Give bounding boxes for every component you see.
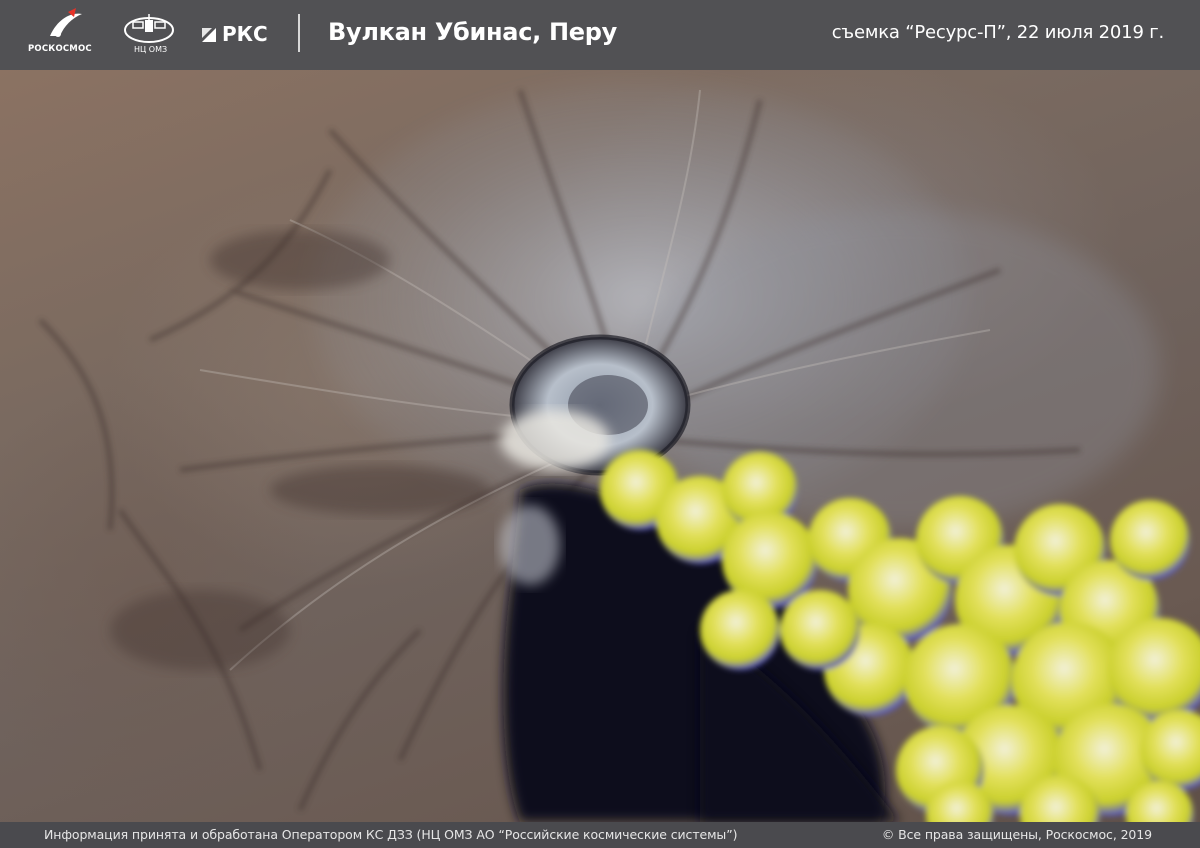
steam-cloud: [500, 410, 610, 470]
rks-logo-text: РКС: [222, 22, 268, 46]
footer-copyright: © Все права защищены, Роскосмос, 2019: [881, 827, 1152, 842]
header-divider: [298, 14, 300, 52]
shadow-ridge: [210, 230, 390, 290]
satellite-image: [0, 70, 1200, 822]
rks-logo-icon: [202, 28, 216, 42]
snow-patch: [500, 505, 560, 585]
header-bar: РОСКОСМОС НЦ ОМЗ РКС Вулкан Убинас, Перу…: [0, 0, 1200, 70]
nts-omz-logo-text: НЦ ОМЗ: [134, 45, 168, 54]
page-title: Вулкан Убинас, Перу: [328, 18, 617, 46]
roscosmos-logo-icon: [50, 8, 82, 37]
shadow-ridge: [110, 590, 290, 670]
rks-logo: РКС: [200, 22, 280, 48]
shadow-ridge: [270, 465, 490, 515]
roscosmos-logo-text: РОСКОСМОС: [28, 44, 92, 54]
footer-bar: Информация принята и обработана Оператор…: [0, 822, 1200, 848]
footer-info: Информация принята и обработана Оператор…: [44, 827, 738, 842]
nts-omz-logo: НЦ ОМЗ: [122, 12, 176, 58]
capture-info: съемка “Ресурс-П”, 22 июля 2019 г.: [831, 22, 1164, 43]
volcano-scene: [38, 80, 1200, 822]
roscosmos-logo: РОСКОСМОС: [28, 8, 98, 60]
satellite-icon: [124, 14, 174, 43]
